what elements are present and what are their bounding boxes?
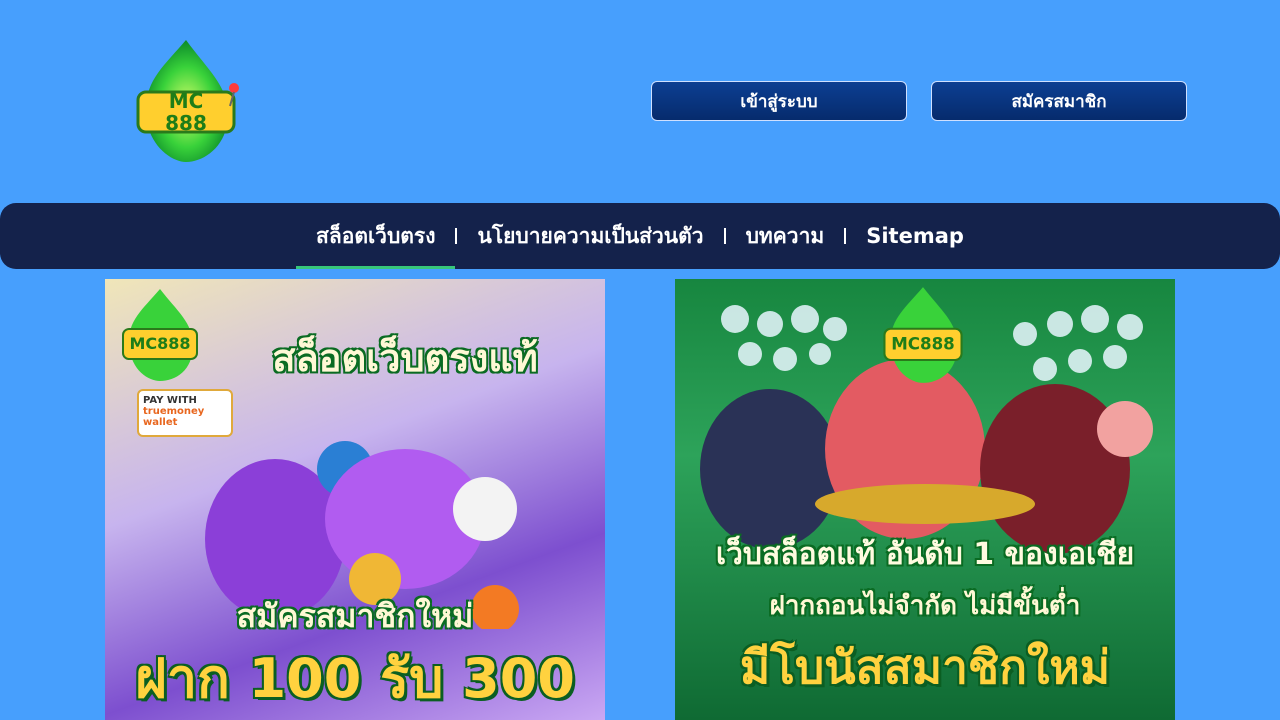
svg-text:888: 888 — [165, 111, 207, 135]
banner-left-promo-line2: ฝาก 100 รับ 300 — [135, 647, 575, 710]
register-button[interactable]: สมัครสมาชิก — [931, 81, 1187, 121]
nav-item-sitemap[interactable]: Sitemap — [846, 224, 984, 248]
site-header: MC 888 เข้าสู่ระบบ สมัครสมาชิก — [0, 0, 1280, 200]
nav-item-articles[interactable]: บทความ — [726, 220, 845, 253]
promo-banner-right[interactable]: MC888 เว็บสล็อตแท้ อันดับ 1 ของเอเชีย ฝา… — [675, 279, 1175, 720]
main-navigation: สล็อตเว็บตรง นโยบายความเป็นส่วนตัว บทควา… — [0, 203, 1280, 269]
svg-text:MC888: MC888 — [129, 334, 190, 353]
truemoney-wallet-label: truemoney wallet — [143, 406, 205, 428]
banner-right-promo: มีโบนัสสมาชิกใหม่ — [739, 640, 1111, 694]
promo-banner-left[interactable]: MC888 สล็อตเว็บตรงแท้ PAY WITH truemoney… — [105, 279, 605, 720]
banner-right-subline: ฝากถอนไม่จำกัด ไม่มีขั้นต่ำ — [769, 591, 1081, 621]
nav-item-direct-slots[interactable]: สล็อตเว็บตรง — [296, 220, 456, 269]
banner-logo-icon: MC888 — [122, 289, 198, 381]
nav-item-privacy-policy[interactable]: นโยบายความเป็นส่วนตัว — [457, 220, 723, 253]
svg-text:MC888: MC888 — [891, 335, 955, 354]
banner-logo-icon: MC888 — [883, 287, 963, 383]
banner-left-headline: สล็อตเว็บตรงแท้ — [272, 336, 538, 380]
banner-right-headline: เว็บสล็อตแท้ อันดับ 1 ของเอเชีย — [715, 537, 1135, 572]
svg-text:MC: MC — [169, 89, 204, 113]
pay-with-label: PAY WITH — [143, 395, 197, 406]
login-button[interactable]: เข้าสู่ระบบ — [651, 81, 907, 121]
mc888-logo[interactable]: MC 888 — [124, 36, 248, 166]
